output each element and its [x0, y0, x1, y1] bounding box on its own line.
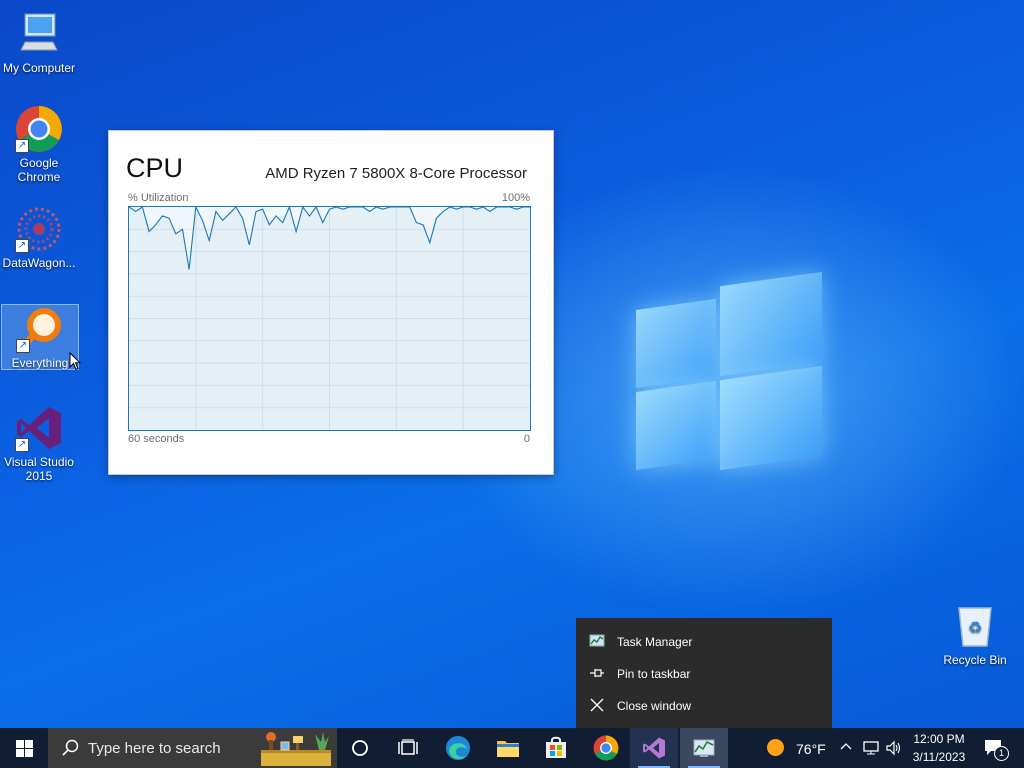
y-axis-label: % Utilization — [128, 192, 189, 204]
cpu-area — [129, 207, 530, 430]
taskbar-file-explorer-button[interactable] — [484, 728, 532, 768]
taskbar-visual-studio-button[interactable] — [630, 728, 678, 768]
task-manager-icon — [693, 739, 715, 757]
store-icon — [546, 736, 566, 758]
y-axis-max-label: 100% — [501, 192, 530, 204]
desktop-icon-label: My Computer — [2, 61, 76, 75]
windows-start-icon — [15, 739, 33, 757]
weather-widget[interactable]: 76°F — [760, 728, 830, 768]
computer-icon — [15, 10, 63, 58]
shortcut-arrow-icon: ↗ — [15, 239, 29, 253]
menu-item-label: Close window — [617, 699, 692, 713]
speaker-icon — [886, 740, 901, 756]
desktop-icon-label: Visual Studio 2015 — [4, 455, 74, 483]
search-highlight-illustration-icon — [261, 732, 331, 766]
menu-item-close-window[interactable]: Close window — [576, 690, 832, 722]
desktop-icon-datawagon[interactable]: ↗ DataWagon... — [1, 205, 77, 270]
shortcut-arrow-icon: ↗ — [15, 438, 29, 452]
desktop-icon-my-computer[interactable]: My Computer — [1, 10, 77, 75]
cortana-button[interactable] — [336, 728, 384, 768]
taskbar-store-button[interactable] — [532, 728, 580, 768]
action-center-button[interactable]: 1 — [978, 728, 1014, 768]
folder-icon — [497, 741, 519, 757]
desktop-icon-everything[interactable]: ↗ Everything — [1, 304, 79, 370]
taskbar-task-manager-button[interactable] — [680, 728, 728, 768]
cpu-chart-svg — [128, 205, 530, 430]
desktop-icon-google-chrome[interactable]: ↗ Google Chrome — [1, 105, 77, 184]
clock-date: 3/11/2023 — [912, 750, 966, 764]
notification-badge: 1 — [994, 746, 1009, 761]
search-placeholder: Type here to search — [88, 740, 221, 757]
recycle-bin-icon: ♻ — [951, 602, 999, 650]
svg-text:♻: ♻ — [968, 618, 982, 637]
volume-button[interactable] — [884, 728, 904, 768]
cpu-performance-window[interactable]: CPU AMD Ryzen 7 5800X 8-Core Processor %… — [108, 130, 554, 475]
processor-name: AMD Ryzen 7 5800X 8-Core Processor — [265, 165, 527, 182]
x-axis-min-label: 60 seconds — [128, 433, 185, 445]
start-button[interactable] — [0, 728, 48, 768]
desktop-icon-visual-studio[interactable]: ↗ Visual Studio 2015 — [1, 404, 77, 483]
magnifier-icon: ↗ — [16, 305, 64, 353]
visual-studio-icon — [643, 737, 665, 759]
menu-item-label: Pin to taskbar — [617, 667, 691, 681]
taskbar-context-menu: Task Manager Pin to taskbar Close window — [576, 618, 832, 728]
mouse-cursor-icon — [69, 352, 81, 371]
desktop-icon-label: Google Chrome — [17, 156, 61, 184]
network-icon — [863, 741, 879, 755]
visual-studio-icon: ↗ — [15, 404, 63, 452]
chrome-icon: ↗ — [15, 105, 63, 153]
menu-item-task-manager[interactable]: Task Manager — [576, 626, 832, 658]
chevron-up-icon — [840, 743, 852, 750]
weather-temperature: 76°F — [796, 741, 826, 757]
menu-item-pin-to-taskbar[interactable]: Pin to taskbar — [576, 658, 832, 690]
close-icon — [588, 698, 606, 714]
pin-icon — [588, 666, 606, 682]
cpu-utilization-graph — [128, 205, 531, 431]
taskbar-search-box[interactable]: Type here to search — [48, 728, 337, 768]
cpu-title: CPU — [126, 153, 184, 183]
desktop-icon-label: Everything — [11, 356, 69, 370]
task-manager-icon — [588, 634, 606, 650]
task-view-icon — [398, 739, 418, 755]
network-button[interactable] — [861, 728, 881, 768]
shortcut-arrow-icon: ↗ — [16, 339, 30, 353]
desktop-icon-label: DataWagon... — [2, 256, 76, 270]
search-icon — [62, 739, 79, 756]
shortcut-arrow-icon: ↗ — [15, 139, 29, 153]
taskbar: Type here to search 76°F 12:00 PM 3/11/2… — [0, 728, 1024, 768]
sun-icon — [767, 739, 784, 756]
menu-item-label: Task Manager — [617, 635, 693, 649]
show-hidden-icons-button[interactable] — [838, 728, 856, 768]
clock-time: 12:00 PM — [913, 732, 965, 746]
edge-icon — [446, 736, 470, 760]
cortana-circle-icon — [352, 740, 368, 756]
x-axis-max-label: 0 — [523, 433, 530, 445]
task-view-button[interactable] — [384, 728, 432, 768]
datawagon-icon: ↗ — [15, 205, 63, 253]
clock[interactable]: 12:00 PM 3/11/2023 — [908, 728, 970, 768]
taskbar-edge-button[interactable] — [434, 728, 482, 768]
desktop-icon-label: Recycle Bin — [943, 653, 1007, 667]
chrome-icon — [593, 735, 619, 761]
taskbar-chrome-button[interactable] — [582, 728, 630, 768]
windows-wallpaper-logo — [636, 264, 822, 480]
desktop-icon-recycle-bin[interactable]: ♻ Recycle Bin — [937, 602, 1013, 667]
